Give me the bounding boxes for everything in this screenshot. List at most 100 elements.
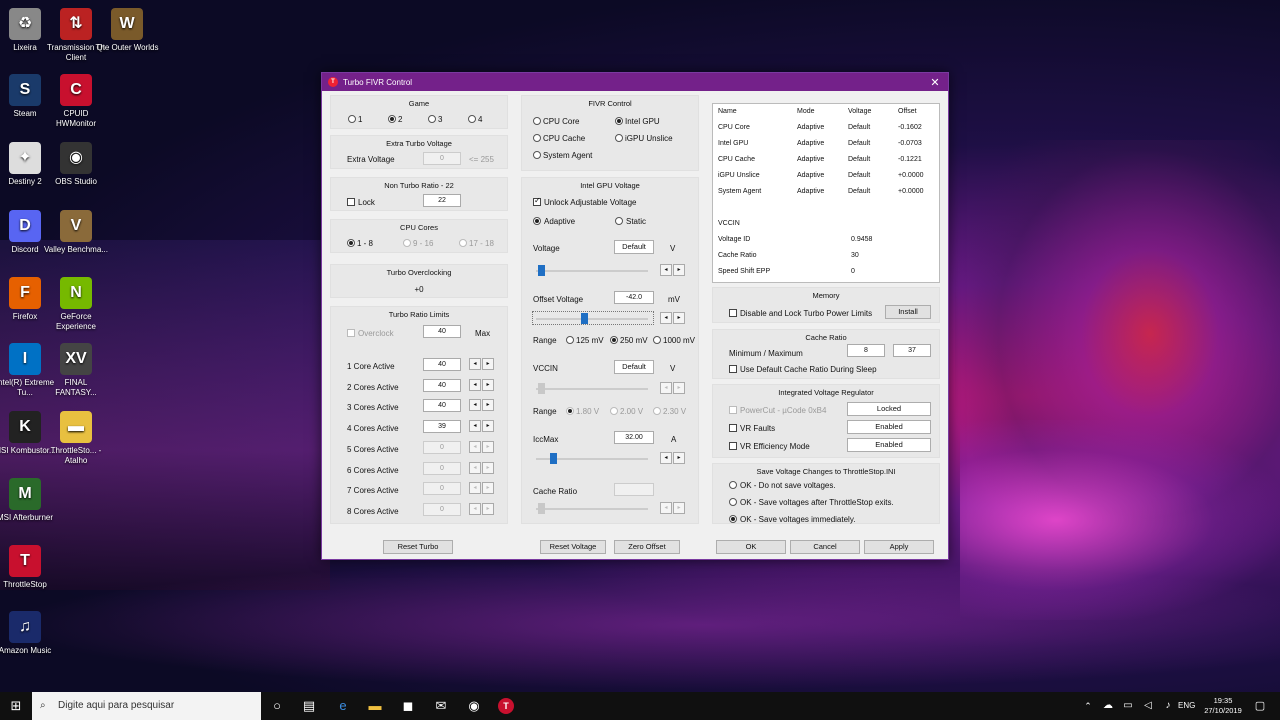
cache-dec-button[interactable]: ◂ xyxy=(660,502,672,514)
store-icon[interactable]: ◼ xyxy=(400,698,416,714)
table-row[interactable]: Voltage ID 0.9458 xyxy=(713,232,939,248)
overclock-checkbox[interactable] xyxy=(347,329,355,337)
apply-button[interactable]: Apply xyxy=(864,540,934,554)
static-radio[interactable] xyxy=(615,217,623,225)
overclock-input[interactable]: 40 xyxy=(423,325,461,338)
save-radio[interactable] xyxy=(729,515,737,523)
offset-inc-button[interactable]: ▸ xyxy=(673,312,685,324)
unlock-voltage-checkbox[interactable] xyxy=(533,196,541,206)
tray-speaker-icon[interactable]: ◁ xyxy=(1140,698,1156,714)
reset-voltage-button[interactable]: Reset Voltage xyxy=(540,540,606,554)
fivr-radio[interactable] xyxy=(533,134,541,142)
fivr-radio[interactable] xyxy=(533,117,541,125)
core-ratio-input[interactable]: 40 xyxy=(423,358,461,371)
zero-offset-button[interactable]: Zero Offset xyxy=(614,540,680,554)
table-row[interactable]: VCCIN xyxy=(713,216,939,232)
vccin-dec-button[interactable]: ◂ xyxy=(660,382,672,394)
game-radio[interactable] xyxy=(468,115,476,123)
fivr-radio[interactable] xyxy=(615,117,623,125)
core-ratio-input[interactable]: 40 xyxy=(423,399,461,413)
close-icon[interactable]: ✕ xyxy=(922,73,948,91)
core-ratio-dec-button[interactable]: ◂ xyxy=(469,399,481,412)
desktop-icon[interactable]: ▬ ThrottleSto... - Atalho xyxy=(44,411,108,466)
offset-dec-button[interactable]: ◂ xyxy=(660,312,672,324)
lock-checkbox[interactable] xyxy=(347,198,355,206)
range2-radio[interactable] xyxy=(653,407,661,415)
desktop-icon[interactable]: V Valley Benchma... xyxy=(44,210,108,255)
voltage-value[interactable]: Default xyxy=(614,240,654,254)
vccin-inc-button[interactable]: ▸ xyxy=(673,382,685,394)
notifications-icon[interactable]: ▢ xyxy=(1252,698,1268,714)
core-ratio-inc-button[interactable]: ▸ xyxy=(482,378,494,391)
desktop-icon[interactable]: M MSI Afterburner xyxy=(0,478,57,523)
core-ratio-inc-button[interactable]: ▸ xyxy=(482,399,494,412)
core-ratio-input[interactable]: 39 xyxy=(423,420,461,434)
cache-max-input[interactable]: 37 xyxy=(893,344,931,357)
desktop-icon[interactable]: ♫ Amazon Music xyxy=(0,611,57,656)
table-row[interactable]: Speed Shift EPP 0 xyxy=(713,264,939,280)
voltage-slider-track[interactable] xyxy=(536,270,648,272)
table-row[interactable]: CPU Cache Adaptive Default -0.1221 xyxy=(713,152,939,168)
search-box[interactable]: ⌕ Digite aqui para pesquisar xyxy=(32,692,261,720)
voltage-inc-button[interactable]: ▸ xyxy=(673,264,685,276)
edge-icon[interactable]: e xyxy=(335,698,351,714)
core-ratio-inc-button[interactable]: ▸ xyxy=(482,461,494,474)
cache-inc-button[interactable]: ▸ xyxy=(673,502,685,514)
voltage-slider-thumb[interactable] xyxy=(538,265,545,276)
cancel-button[interactable]: Cancel xyxy=(790,540,860,554)
core-ratio-inc-button[interactable]: ▸ xyxy=(482,482,494,495)
offset-slider-track[interactable] xyxy=(536,318,648,320)
core-ratio-dec-button[interactable]: ◂ xyxy=(469,461,481,474)
core-ratio-dec-button[interactable]: ◂ xyxy=(469,358,481,370)
table-row[interactable]: iGPU Unslice Adaptive Default +0.0000 xyxy=(713,168,939,184)
range-radio[interactable] xyxy=(566,336,574,344)
save-radio[interactable] xyxy=(729,498,737,506)
tray-network-icon[interactable]: ▭ xyxy=(1120,698,1136,714)
explorer-icon[interactable]: ▬ xyxy=(367,698,383,714)
table-row[interactable]: Cache Ratio 30 xyxy=(713,248,939,264)
vccin-slider-track[interactable] xyxy=(536,388,648,390)
windows-start-icon[interactable]: ⊞ xyxy=(8,698,24,714)
desktop-icon[interactable]: N GeForce Experience xyxy=(44,277,108,332)
table-row[interactable]: Intel GPU Adaptive Default -0.0703 xyxy=(713,136,939,152)
vccin-value[interactable]: Default xyxy=(614,360,654,374)
game-radio[interactable] xyxy=(388,115,396,123)
desktop-icon[interactable]: T ThrottleStop xyxy=(0,545,57,590)
mail-icon[interactable]: ✉ xyxy=(433,698,449,714)
desktop-icon[interactable]: C CPUID HWMonitor xyxy=(44,74,108,129)
ivr-checkbox[interactable] xyxy=(729,442,737,450)
core-ratio-dec-button[interactable]: ◂ xyxy=(469,502,481,515)
core-ratio-inc-button[interactable]: ▸ xyxy=(482,358,494,370)
core-ratio-inc-button[interactable]: ▸ xyxy=(482,440,494,453)
voltage-dec-button[interactable]: ◂ xyxy=(660,264,672,276)
vccin-slider-thumb[interactable] xyxy=(538,383,545,394)
game-radio[interactable] xyxy=(428,115,436,123)
iccmax-dec-button[interactable]: ◂ xyxy=(660,452,672,464)
core-ratio-inc-button[interactable]: ▸ xyxy=(482,502,494,515)
core-ratio-dec-button[interactable]: ◂ xyxy=(469,420,481,433)
clock[interactable]: 19:35 27/10/2019 xyxy=(1204,696,1242,716)
core-ratio-dec-button[interactable]: ◂ xyxy=(469,482,481,495)
throttlestop-taskbar-icon[interactable]: T xyxy=(498,698,514,714)
adaptive-radio[interactable] xyxy=(533,217,541,225)
core-ratio-input[interactable]: 0 xyxy=(423,502,461,516)
obs-taskbar-icon[interactable]: ◉ xyxy=(466,698,482,714)
core-ratio-input[interactable]: 40 xyxy=(423,378,461,392)
ivr-status-button[interactable]: Enabled xyxy=(847,438,931,452)
table-row[interactable]: System Agent Adaptive Default +0.0000 xyxy=(713,184,939,200)
range2-radio[interactable] xyxy=(566,407,574,415)
ivr-checkbox[interactable] xyxy=(729,424,737,432)
iccmax-inc-button[interactable]: ▸ xyxy=(673,452,685,464)
non-turbo-ratio-input[interactable]: 22 xyxy=(423,194,461,207)
disable-lock-power-limits-checkbox[interactable] xyxy=(729,309,737,317)
iccmax-input[interactable]: 32.00 xyxy=(614,431,654,444)
default-cache-sleep-checkbox[interactable] xyxy=(729,365,737,373)
ivr-checkbox[interactable] xyxy=(729,406,737,414)
titlebar[interactable]: T Turbo FIVR Control ✕ xyxy=(322,73,948,91)
fivr-radio[interactable] xyxy=(615,134,623,142)
offset-slider-thumb[interactable] xyxy=(581,313,588,324)
ivr-status-button[interactable]: Enabled xyxy=(847,420,931,434)
extra-voltage-input[interactable]: 0 xyxy=(423,152,461,165)
cache-min-input[interactable]: 8 xyxy=(847,344,885,357)
range-radio[interactable] xyxy=(610,336,618,344)
